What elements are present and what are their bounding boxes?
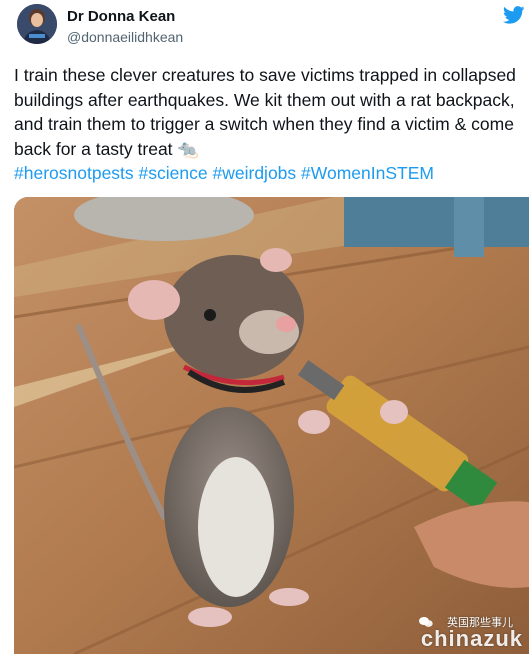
watermark-site: chinazuk (420, 626, 523, 651)
tweet-body: I train these clever creatures to save v… (14, 63, 526, 186)
hashtag-weirdjobs[interactable]: #weirdjobs (213, 163, 297, 183)
hashtag-womeninstem[interactable]: #WomenInSTEM (301, 163, 434, 183)
hashtag-science[interactable]: #science (139, 163, 208, 183)
tweet-photo[interactable]: 英国那些事儿 chinazuk (14, 197, 529, 654)
twitter-bird-icon[interactable] (503, 6, 525, 24)
hashtag-herosnotpests[interactable]: #herosnotpests (14, 163, 134, 183)
rat-emoji: 🐀 (177, 138, 200, 159)
avatar[interactable] (17, 4, 57, 44)
tweet-text: I train these clever creatures to save v… (14, 65, 516, 159)
author-handle[interactable]: @donnaeilidhkean (67, 29, 183, 45)
rat-photo-illustration (14, 197, 529, 654)
tweet-card: Dr Donna Kean @donnaeilidhkean I train t… (0, 0, 529, 654)
author-display-name[interactable]: Dr Donna Kean (67, 8, 175, 25)
